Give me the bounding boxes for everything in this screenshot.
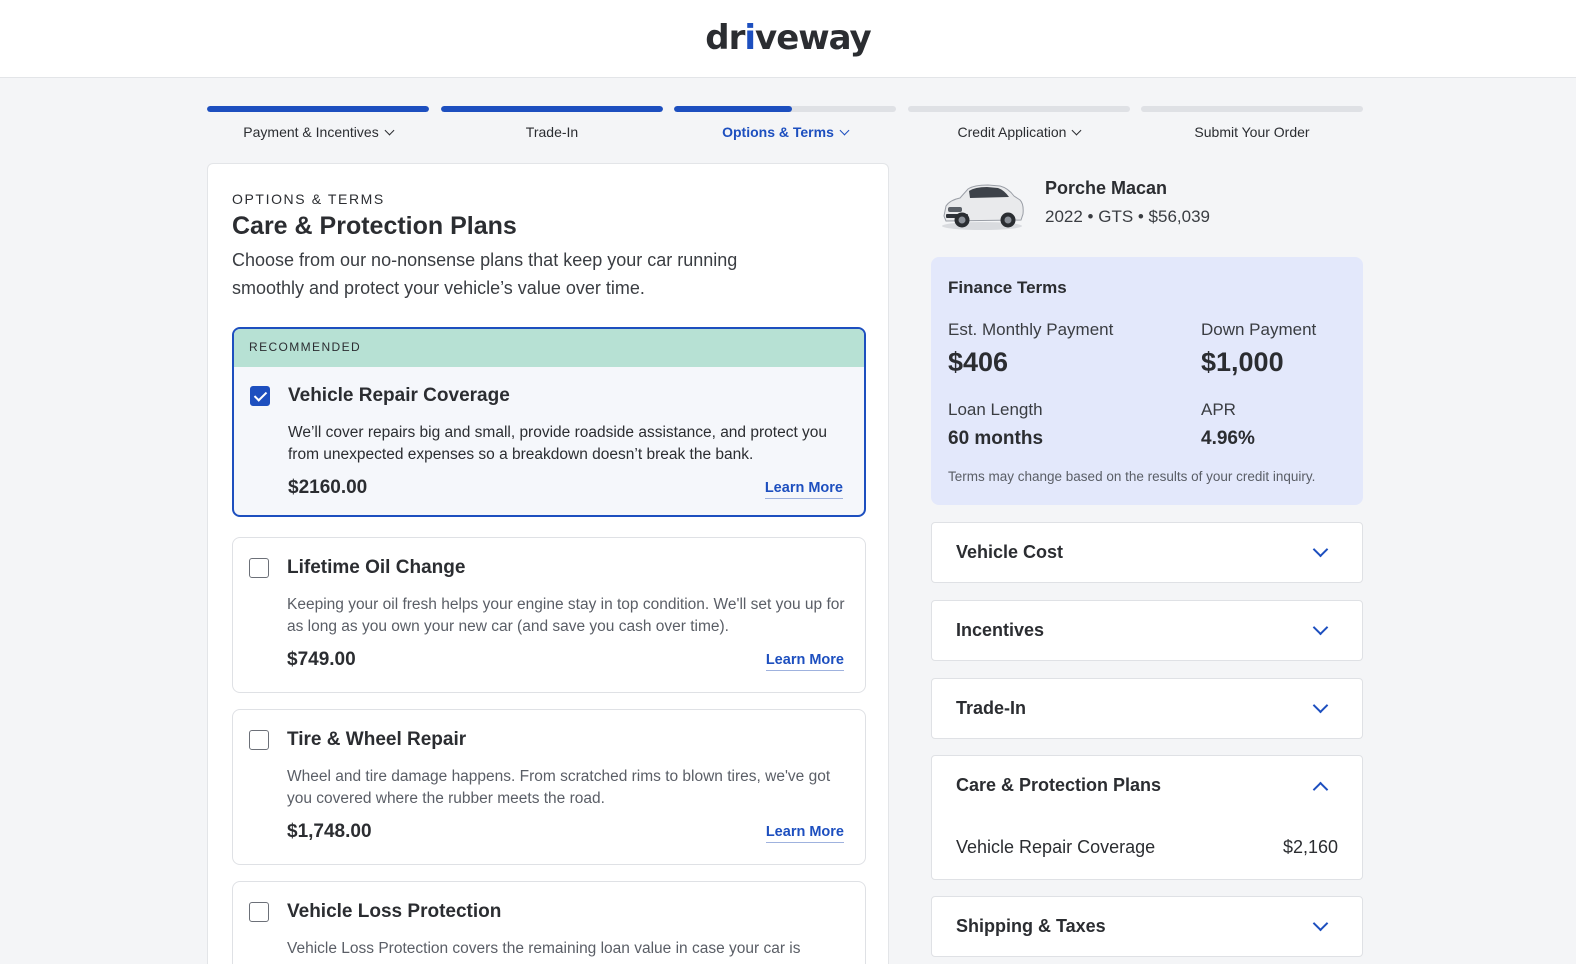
apr-label: APR xyxy=(1201,400,1236,419)
accordion-care-protection[interactable]: Care & Protection Plans Vehicle Repair C… xyxy=(931,755,1363,880)
accordion-title: Trade-In xyxy=(956,698,1027,718)
accordion-title: Care & Protection Plans xyxy=(956,775,1162,795)
plan-name: Tire & Wheel Repair xyxy=(287,729,467,750)
accordion-vehicle-cost[interactable]: Vehicle Cost xyxy=(931,522,1363,583)
learn-more-link[interactable]: Learn More xyxy=(765,652,844,671)
step-submit-order[interactable]: Submit Your Order xyxy=(1141,106,1363,146)
top-header: driveway xyxy=(0,0,1576,78)
step-label[interactable]: Submit Your Order xyxy=(1141,124,1363,140)
summary-row-label: Vehicle Repair Coverage xyxy=(956,837,1156,857)
plan-card-vehicle-repair[interactable]: RECOMMENDED Vehicle Repair Coverage We’l… xyxy=(232,327,866,517)
finance-terms-heading: Finance Terms xyxy=(948,278,1067,297)
plan-description: Keeping your oil fresh helps your engine… xyxy=(287,596,845,635)
step-progress-bar xyxy=(1141,106,1363,112)
plan-name: Vehicle Repair Coverage xyxy=(288,385,510,406)
logo-text-right: veway xyxy=(755,18,872,58)
plan-card-vehicle-loss[interactable]: Vehicle Loss Protection Vehicle Loss Pro… xyxy=(232,881,866,964)
plan-name: Vehicle Loss Protection xyxy=(287,901,502,922)
finance-terms-card: Finance Terms Est. Monthly Payment $406 … xyxy=(931,257,1363,505)
step-progress-bar xyxy=(441,106,663,112)
checkout-progress: Payment & Incentives Trade-In Options & … xyxy=(207,106,1363,146)
chevron-down-icon[interactable] xyxy=(1312,697,1329,714)
logo-text-i: i xyxy=(744,18,756,58)
down-payment-label: Down Payment xyxy=(1201,320,1317,339)
plan-description: Wheel and tire damage happens. From scra… xyxy=(287,768,831,807)
plan-description: Vehicle Loss Protection covers the remai… xyxy=(287,940,801,957)
step-label[interactable]: Payment & Incentives xyxy=(207,124,429,140)
loan-length-value: 60 months xyxy=(948,428,1044,449)
step-progress-bar xyxy=(908,106,1130,112)
plan-price: $2160.00 xyxy=(288,477,368,498)
plan-checkbox[interactable] xyxy=(249,558,269,578)
step-progress-bar xyxy=(207,106,429,112)
driveway-logo[interactable]: driveway xyxy=(0,18,1576,58)
learn-more-link[interactable]: Learn More xyxy=(764,480,843,499)
chevron-down-icon[interactable] xyxy=(1312,619,1329,636)
plan-checkbox[interactable] xyxy=(249,730,269,750)
chevron-down-icon[interactable] xyxy=(1312,541,1329,558)
recommended-badge: RECOMMENDED xyxy=(234,329,864,367)
plan-price: $1,748.00 xyxy=(287,821,372,842)
step-trade-in[interactable]: Trade-In xyxy=(441,106,663,146)
plan-price: $749.00 xyxy=(287,649,356,670)
plan-name: Lifetime Oil Change xyxy=(287,557,466,578)
page-subtitle: Choose from our no-nonsense plans that k… xyxy=(232,250,738,298)
accordion-title: Vehicle Cost xyxy=(956,542,1064,562)
plan-card-lifetime-oil[interactable]: Lifetime Oil Change Keeping your oil fre… xyxy=(232,537,866,693)
apr-value: 4.96% xyxy=(1201,428,1255,449)
chevron-down-icon xyxy=(1072,125,1082,136)
learn-more-link[interactable]: Learn More xyxy=(765,824,844,843)
step-label[interactable]: Credit Application xyxy=(908,124,1130,140)
section-eyebrow: OPTIONS & TERMS xyxy=(232,191,385,207)
step-progress-fill xyxy=(674,106,792,112)
step-progress-bar xyxy=(674,106,896,112)
chevron-down-icon[interactable] xyxy=(1312,915,1329,932)
step-progress-fill xyxy=(207,106,429,112)
monthly-payment-value: $406 xyxy=(948,347,1009,377)
down-payment-value: $1,000 xyxy=(1201,347,1284,377)
step-credit-application[interactable]: Credit Application xyxy=(908,106,1130,146)
care-protection-panel: OPTIONS & TERMS Care & Protection Plans … xyxy=(207,163,889,964)
step-payment-incentives[interactable]: Payment & Incentives xyxy=(207,106,429,146)
accordion-title: Shipping & Taxes xyxy=(956,916,1106,936)
step-options-terms[interactable]: Options & Terms xyxy=(674,106,896,146)
page-title: Care & Protection Plans xyxy=(232,212,517,240)
logo-text-left: dr xyxy=(705,18,745,58)
chevron-down-icon xyxy=(384,125,395,136)
plan-description: We’ll cover repairs big and small, provi… xyxy=(288,424,828,463)
summary-row-value: $2,160 xyxy=(1282,837,1338,857)
finance-terms-note: Terms may change based on the results of… xyxy=(948,469,1316,484)
vehicle-details: 2022 • GTS • $56,039 xyxy=(1045,207,1211,226)
accordion-shipping-taxes[interactable]: Shipping & Taxes xyxy=(931,896,1363,957)
accordion-title: Incentives xyxy=(956,620,1045,640)
accordion-incentives[interactable]: Incentives xyxy=(931,600,1363,661)
plan-checkbox[interactable] xyxy=(249,902,269,922)
chevron-down-icon xyxy=(839,125,850,136)
accordion-trade-in[interactable]: Trade-In xyxy=(931,678,1363,739)
step-label[interactable]: Options & Terms xyxy=(674,124,896,140)
step-label[interactable]: Trade-In xyxy=(441,124,663,140)
plan-checkbox[interactable] xyxy=(250,386,270,406)
vehicle-name: Porche Macan xyxy=(1045,178,1168,198)
chevron-up-icon[interactable] xyxy=(1312,781,1329,798)
car-photo xyxy=(942,184,1024,230)
monthly-payment-label: Est. Monthly Payment xyxy=(948,320,1114,339)
plan-card-tire-wheel[interactable]: Tire & Wheel Repair Wheel and tire damag… xyxy=(232,709,866,865)
loan-length-label: Loan Length xyxy=(948,400,1043,419)
step-progress-fill xyxy=(441,106,663,112)
